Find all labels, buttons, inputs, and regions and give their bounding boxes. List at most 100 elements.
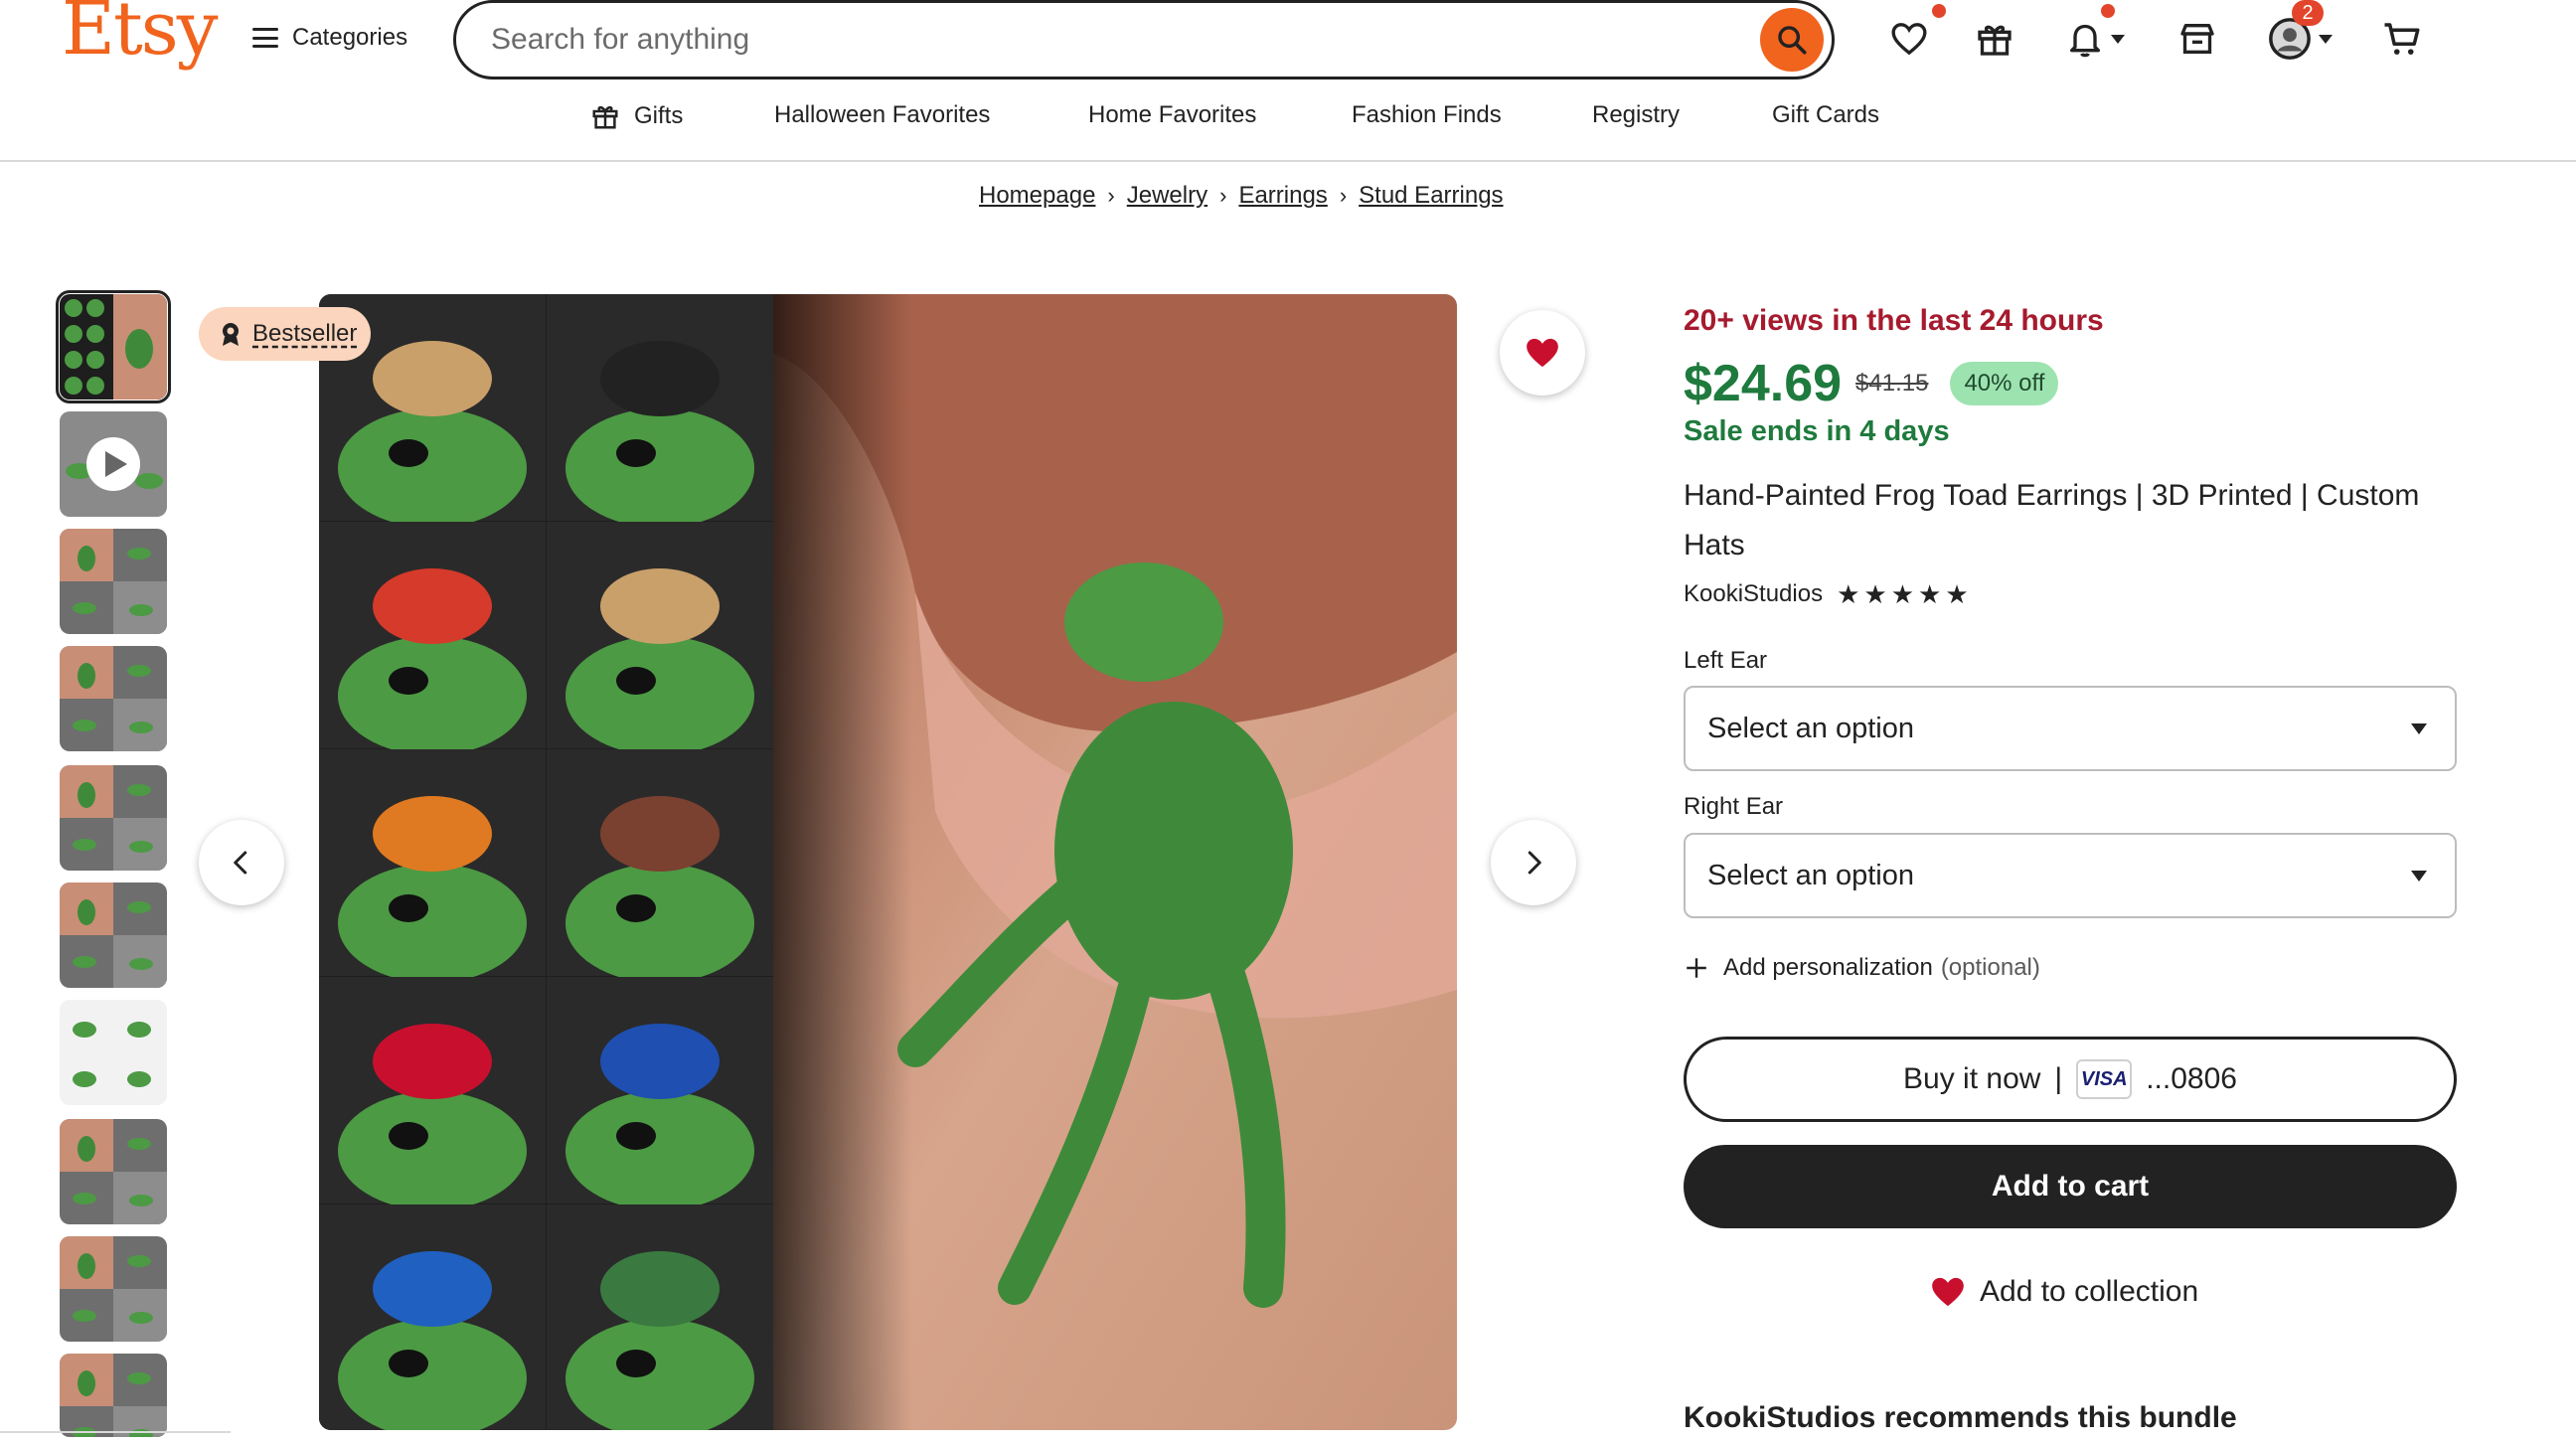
category-nav: Gifts Halloween Favorites Home Favorites… [0, 101, 2576, 141]
divider [0, 1431, 231, 1433]
heart-icon [1891, 23, 1927, 56]
main-product-image[interactable] [319, 294, 1457, 1430]
star-icon: ★ [1945, 579, 1969, 609]
buy-now-separator: | [2054, 1062, 2063, 1095]
personalization-optional: (optional) [1940, 954, 2040, 981]
nav-gifts[interactable]: Gifts [590, 101, 683, 131]
bestseller-label: Bestseller [252, 320, 358, 347]
add-personalization-button[interactable]: Add personalization (optional) [1684, 954, 2040, 982]
bundle-heading: KookiStudios recommends this bundle [1684, 1401, 2237, 1434]
buy-it-now-button[interactable]: Buy it now | VISA ...0806 [1684, 1037, 2457, 1122]
menu-icon [252, 28, 278, 48]
nav-home-favorites[interactable]: Home Favorites [1088, 101, 1256, 129]
image-thumbnail[interactable] [60, 1119, 167, 1224]
image-thumbnail[interactable] [60, 1236, 167, 1342]
nav-halloween-favorites[interactable]: Halloween Favorites [774, 101, 990, 129]
image-thumbnail[interactable] [60, 1354, 167, 1437]
heart-icon [1527, 338, 1558, 368]
right-ear-value: Select an option [1707, 859, 1914, 891]
plus-icon [1687, 958, 1706, 978]
sale-ends-notice: Sale ends in 4 days [1684, 415, 1950, 447]
discount-badge: 40% off [1950, 362, 2059, 405]
star-icon: ★ [1837, 579, 1860, 609]
breadcrumb-earrings[interactable]: Earrings [1238, 182, 1327, 210]
visa-card-icon: VISA [2076, 1059, 2133, 1099]
personalization-label: Add personalization [1723, 954, 1933, 981]
left-ear-value: Select an option [1707, 712, 1914, 744]
search-icon [1778, 26, 1807, 55]
sale-price: $24.69 [1684, 355, 1843, 412]
etsy-logo[interactable]: Etsy [62, 0, 219, 72]
star-icon: ★ [1863, 579, 1887, 609]
categories-label: Categories [292, 24, 408, 51]
chevron-right-icon: › [1107, 183, 1115, 208]
search-button[interactable] [1760, 8, 1824, 72]
star-icon: ★ [1918, 579, 1942, 609]
notifications-button[interactable] [2055, 14, 2135, 64]
shop-icon [2180, 24, 2214, 55]
dropdown-arrow-icon [2411, 870, 2427, 882]
categories-button[interactable]: Categories [252, 20, 407, 56]
gift-icon [592, 106, 618, 129]
left-ear-label: Left Ear [1684, 647, 1768, 674]
image-thumbnail[interactable] [60, 646, 167, 751]
image-thumbnail[interactable] [60, 882, 167, 988]
shop-manager-button[interactable] [2173, 14, 2222, 64]
chevron-right-icon: › [1219, 183, 1227, 208]
heart-icon [1932, 1277, 1964, 1307]
add-to-collection-label: Add to collection [1980, 1275, 2199, 1308]
right-ear-label: Right Ear [1684, 793, 1784, 820]
image-thumbnail[interactable] [60, 1000, 167, 1105]
gift-icon [1978, 25, 2012, 56]
search-bar [453, 0, 1835, 80]
product-photo [319, 294, 1457, 1430]
notification-dot [1932, 4, 1946, 18]
chevron-right-icon: › [1339, 183, 1348, 208]
award-icon [223, 323, 239, 346]
nav-gifts-label: Gifts [634, 102, 684, 129]
original-price: $41.15 [1855, 370, 1929, 397]
chevron-down-icon [2319, 34, 2333, 44]
views-notice: 20+ views in the last 24 hours [1684, 304, 2104, 337]
previous-image-button[interactable] [199, 820, 284, 905]
gifts-button[interactable] [1970, 14, 2019, 64]
breadcrumb-stud-earrings[interactable]: Stud Earrings [1359, 182, 1503, 210]
next-image-button[interactable] [1491, 820, 1576, 905]
chevron-right-icon [1528, 851, 1541, 875]
video-thumbnail[interactable] [60, 411, 167, 517]
breadcrumb-jewelry[interactable]: Jewelry [1127, 182, 1208, 210]
image-thumbnail[interactable] [60, 529, 167, 634]
shop-info: KookiStudios ★ ★ ★ ★ ★ [1684, 580, 1969, 608]
account-badge: 2 [2292, 0, 2324, 26]
add-to-collection-button[interactable]: Add to collection [1928, 1272, 2198, 1312]
favorite-button[interactable] [1500, 310, 1585, 396]
price-row: $24.69 $41.15 40% off [1684, 354, 2059, 413]
chevron-left-icon [234, 851, 247, 875]
card-last-digits: ...0806 [2146, 1062, 2237, 1095]
rating-stars[interactable]: ★ ★ ★ ★ ★ [1837, 581, 1969, 607]
dropdown-arrow-icon [2411, 722, 2427, 734]
shop-name-link[interactable]: KookiStudios [1684, 580, 1823, 608]
buy-it-now-label: Buy it now [1903, 1062, 2041, 1095]
nav-gift-cards[interactable]: Gift Cards [1772, 101, 1879, 129]
cart-icon [2384, 23, 2420, 55]
nav-fashion-finds[interactable]: Fashion Finds [1352, 101, 1502, 129]
add-to-cart-button[interactable]: Add to cart [1684, 1145, 2457, 1228]
breadcrumb: Homepage › Jewelry › Earrings › Stud Ear… [979, 182, 1504, 210]
image-thumbnail[interactable] [56, 290, 171, 403]
product-title: Hand-Painted Frog Toad Earrings | 3D Pri… [1684, 479, 2420, 561]
site-header: Etsy Categories 2 Gifts Halloween [0, 0, 2576, 162]
favorites-button[interactable] [1884, 14, 1934, 64]
notification-dot [2101, 4, 2115, 18]
breadcrumb-homepage[interactable]: Homepage [979, 182, 1095, 210]
image-thumbnail[interactable] [60, 765, 167, 871]
star-icon: ★ [1890, 579, 1915, 609]
cart-button[interactable] [2377, 14, 2427, 64]
nav-registry[interactable]: Registry [1592, 101, 1680, 129]
search-input[interactable] [491, 23, 1684, 57]
right-ear-select[interactable]: Select an option [1684, 833, 2457, 918]
chevron-down-icon [2111, 34, 2125, 44]
bell-icon [2070, 24, 2100, 58]
left-ear-select[interactable]: Select an option [1684, 686, 2457, 771]
bestseller-badge[interactable]: Bestseller [199, 307, 372, 361]
